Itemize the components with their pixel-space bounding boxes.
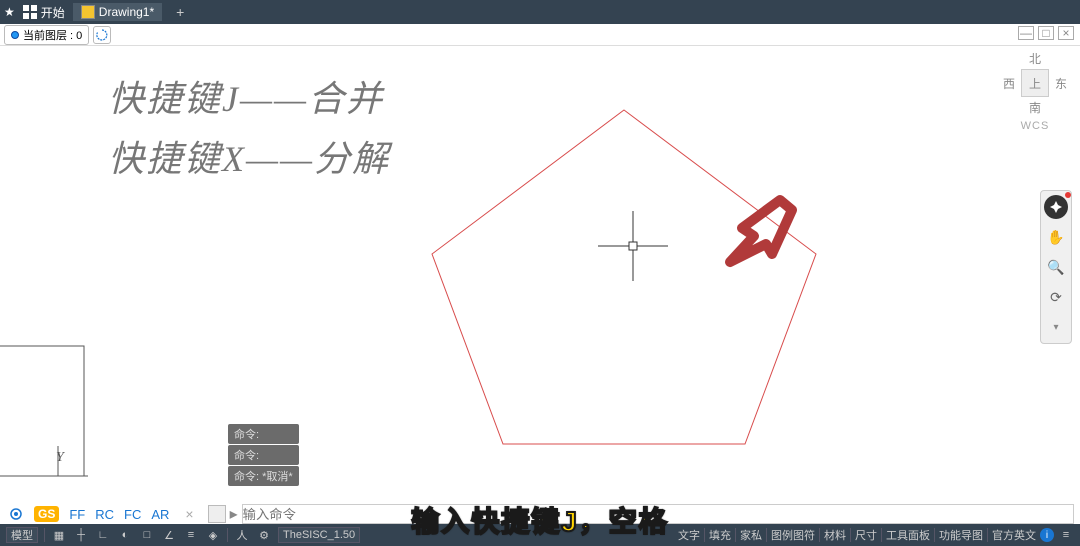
- text-style-display[interactable]: TheSISC_1.50: [278, 527, 360, 543]
- pan-button[interactable]: ✋: [1044, 225, 1068, 249]
- window-controls: — □ ×: [1018, 26, 1074, 40]
- viewcube-top[interactable]: 上: [1021, 69, 1049, 97]
- star-icon[interactable]: ★: [4, 5, 15, 19]
- crosshair-cursor: [598, 211, 668, 281]
- viewcube-east[interactable]: 东: [1055, 75, 1067, 92]
- cmd-tab-fc[interactable]: FC: [124, 507, 141, 522]
- command-history: 命令: 命令: 命令: *取消*: [228, 424, 299, 486]
- command-chevron-icon[interactable]: ▸: [230, 504, 238, 524]
- document-icon: [81, 5, 95, 19]
- sb-item-funcmap[interactable]: 功能导图: [939, 527, 983, 543]
- grid-icon[interactable]: ▦: [51, 527, 67, 543]
- status-bar-right: 文字 填充 家私 图例图符 材料 尺寸 工具面板 功能导图 官方英文 i ≡: [678, 527, 1074, 543]
- gs-badge[interactable]: GS: [34, 506, 59, 522]
- navigation-bar: ✋ 🔍 ⟳ ▾: [1040, 190, 1072, 344]
- maximize-button[interactable]: □: [1038, 26, 1054, 40]
- tab-label: Drawing1*: [99, 5, 154, 19]
- sb-item-toolpanel[interactable]: 工具面板: [886, 527, 930, 543]
- ortho-icon[interactable]: ∟: [95, 527, 111, 543]
- workspace-icon[interactable]: ⚙: [256, 527, 272, 543]
- sb-item-hatch[interactable]: 填充: [709, 527, 731, 543]
- sb-item-official[interactable]: 官方英文: [992, 527, 1036, 543]
- view-cube[interactable]: 北 西 上 东 南 WCS: [1000, 48, 1070, 132]
- sb-item-material[interactable]: 材料: [824, 527, 846, 543]
- polar-icon[interactable]: ◐: [117, 527, 133, 543]
- transparency-icon[interactable]: ◈: [205, 527, 221, 543]
- cmd-tab-ar[interactable]: AR: [151, 507, 169, 522]
- current-layer-label: 当前图层 : 0: [23, 27, 82, 43]
- video-caption: 输入快捷键J，空格: [411, 500, 669, 540]
- layer-cycle-button[interactable]: [93, 26, 111, 44]
- steering-wheel-icon[interactable]: [1044, 195, 1068, 219]
- otrack-icon[interactable]: ∠: [161, 527, 177, 543]
- info-icon[interactable]: i: [1040, 528, 1054, 542]
- viewport-frame: [0, 346, 84, 476]
- sb-item-furniture[interactable]: 家私: [740, 527, 762, 543]
- viewcube-west[interactable]: 西: [1003, 75, 1015, 92]
- annotation-line-2: 快捷键X——分解: [108, 130, 390, 182]
- wcs-label[interactable]: WCS: [1000, 120, 1070, 132]
- pentagon-shape[interactable]: [432, 110, 816, 444]
- sb-item-text[interactable]: 文字: [678, 527, 700, 543]
- annotation-scale-icon[interactable]: 人: [234, 527, 250, 543]
- annotation-arrow-icon: [710, 192, 800, 277]
- command-hist-2: 命令:: [228, 445, 299, 465]
- new-tab-button[interactable]: +: [176, 4, 184, 20]
- model-space-button[interactable]: 模型: [6, 527, 38, 543]
- cmd-tab-rc[interactable]: RC: [95, 507, 114, 522]
- snap-icon[interactable]: ┼: [73, 527, 89, 543]
- orbit-button[interactable]: ⟳: [1044, 285, 1068, 309]
- command-hist-1: 命令:: [228, 424, 299, 444]
- command-close-icon[interactable]: ×: [185, 506, 193, 522]
- document-tab[interactable]: Drawing1*: [73, 3, 162, 21]
- annotation-line-1: 快捷键J——合并: [108, 70, 384, 122]
- sb-item-legend[interactable]: 图例图符: [771, 527, 815, 543]
- navbar-expand-icon[interactable]: ▾: [1044, 315, 1068, 339]
- viewcube-south[interactable]: 南: [1029, 99, 1041, 116]
- cmd-tab-ff[interactable]: FF: [69, 507, 85, 522]
- windows-icon: [23, 5, 37, 19]
- viewcube-north[interactable]: 北: [1029, 50, 1041, 67]
- osnap-icon[interactable]: □: [139, 527, 155, 543]
- command-hist-3: 命令: *取消*: [228, 466, 299, 486]
- start-menu[interactable]: 开始: [23, 4, 65, 21]
- cycle-icon: [96, 29, 108, 41]
- start-label: 开始: [41, 4, 65, 21]
- command-tabs: GS FF RC FC AR ×: [0, 504, 202, 524]
- close-button[interactable]: ×: [1058, 26, 1074, 40]
- sb-item-dimension[interactable]: 尺寸: [855, 527, 877, 543]
- current-layer-pill[interactable]: 当前图层 : 0: [4, 25, 89, 45]
- command-prompt-icon[interactable]: [208, 505, 226, 523]
- title-bar: ★ 开始 Drawing1* +: [0, 0, 1080, 24]
- layer-toolbar: 当前图层 : 0 — □ ×: [0, 24, 1080, 46]
- zoom-button[interactable]: 🔍: [1044, 255, 1068, 279]
- gear-icon[interactable]: [8, 506, 24, 522]
- lineweight-icon[interactable]: ≡: [183, 527, 199, 543]
- menu-toggle-icon[interactable]: ≡: [1058, 527, 1074, 543]
- y-axis-label: Y: [56, 450, 64, 466]
- lightbulb-icon: [11, 31, 19, 39]
- minimize-button[interactable]: —: [1018, 26, 1034, 40]
